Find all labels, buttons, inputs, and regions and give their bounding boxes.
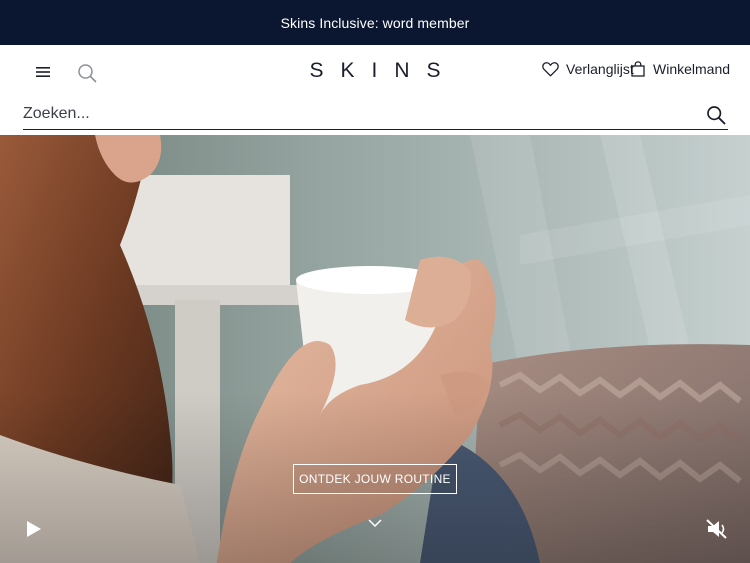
promo-text[interactable]: Skins Inclusive: word member	[281, 15, 470, 31]
bag-icon	[631, 61, 645, 77]
site-header: SKINS Verlanglijst Winkelmand	[0, 45, 750, 100]
hero-image	[0, 135, 750, 563]
play-button[interactable]	[25, 519, 43, 539]
cart-link[interactable]: Winkelmand	[631, 61, 730, 77]
search-bar	[23, 100, 728, 130]
search-input[interactable]	[23, 102, 683, 126]
discover-routine-button[interactable]: ONTDEK JOUW ROUTINE	[293, 464, 457, 494]
search-submit-button[interactable]	[706, 105, 726, 125]
cart-label: Winkelmand	[653, 61, 731, 77]
search-icon	[707, 106, 726, 125]
play-icon	[27, 521, 41, 537]
menu-button[interactable]	[33, 62, 53, 82]
mute-button[interactable]	[705, 518, 729, 540]
mute-icon	[706, 519, 727, 539]
promo-bar[interactable]: Skins Inclusive: word member	[0, 0, 750, 45]
header-search-button[interactable]	[76, 62, 98, 84]
scroll-down-button[interactable]	[366, 516, 384, 528]
hero-video[interactable]: ONTDEK JOUW ROUTINE	[0, 135, 750, 563]
chevron-down-icon	[368, 519, 382, 528]
wishlist-link[interactable]: Verlanglijst	[542, 61, 634, 77]
heart-icon	[542, 61, 559, 76]
menu-icon	[36, 67, 50, 77]
wishlist-label: Verlanglijst	[566, 61, 634, 77]
search-icon	[78, 64, 97, 83]
